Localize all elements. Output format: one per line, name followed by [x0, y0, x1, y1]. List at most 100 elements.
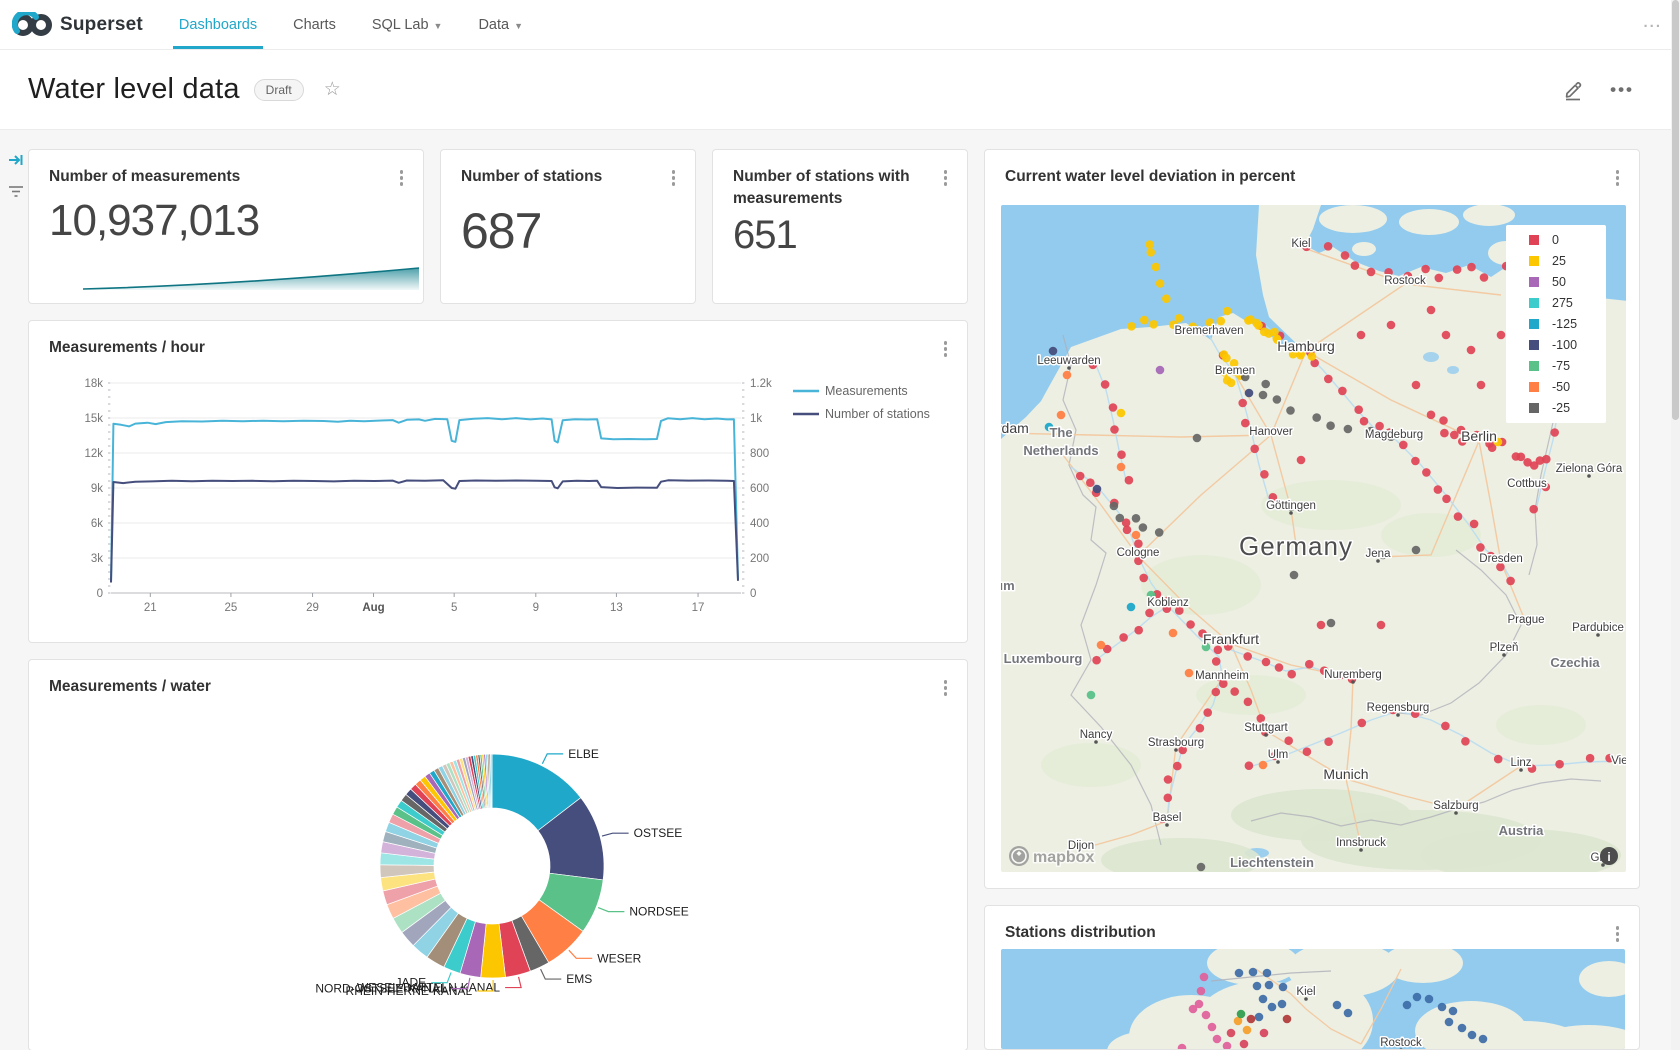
nav-overflow-menu[interactable]: ... — [1643, 14, 1662, 31]
station-dot — [1197, 987, 1206, 996]
station-dot — [1196, 724, 1205, 733]
card-title: Measurements / water — [49, 676, 211, 698]
station-dot — [1286, 406, 1295, 415]
page-scrollbar[interactable] — [1671, 0, 1680, 1050]
edit-pencil-icon[interactable] — [1562, 79, 1584, 101]
card-title: Current water level deviation in percent — [1005, 166, 1295, 188]
station-dot — [1260, 1029, 1269, 1038]
station-dot — [1175, 314, 1184, 323]
city-label: Plzeň — [1490, 642, 1519, 654]
stations-map[interactable]: Kiel Rostock — [1001, 949, 1625, 1049]
map-info-icon[interactable]: i — [1600, 847, 1618, 865]
station-dot — [1250, 445, 1259, 454]
card-kebab-menu[interactable] — [394, 166, 410, 190]
city-label: Hanover — [1249, 426, 1293, 438]
y-axis-right-tick: 0 — [750, 588, 756, 600]
station-dot — [1351, 261, 1360, 270]
y-axis-right-tick: 800 — [750, 448, 769, 460]
chart-card-stations-distribution: Stations distribution KielRostock — [984, 905, 1640, 1050]
station-dot — [1140, 316, 1149, 325]
card-kebab-menu[interactable] — [1610, 922, 1626, 946]
country-label: Belgium — [1001, 578, 1015, 593]
station-dot — [1425, 995, 1434, 1004]
kpi-card-stations: Number of stations 687 — [440, 149, 696, 304]
card-kebab-menu[interactable] — [938, 337, 954, 361]
nav-item-sql-lab[interactable]: SQL Lab▼ — [354, 0, 461, 49]
country-label: Germany — [1239, 531, 1353, 561]
station-dot — [1275, 663, 1284, 672]
series-number-of-stations — [111, 480, 738, 582]
city-label: Magdeburg — [1365, 429, 1423, 441]
y-axis-left-tick: 6k — [91, 518, 103, 530]
city-label: Jena — [1366, 548, 1392, 560]
station-dot — [1101, 380, 1110, 389]
mapbox-logo: mapbox — [1009, 846, 1094, 866]
city-label: Dresden — [1479, 553, 1522, 565]
x-axis-tick: 5 — [451, 602, 457, 614]
station-dot — [1155, 528, 1164, 537]
station-dot — [1119, 633, 1128, 642]
station-dot — [1278, 1000, 1287, 1009]
station-dot — [1468, 1031, 1477, 1040]
country-label: Netherlands — [1023, 443, 1098, 458]
station-dot — [1284, 736, 1293, 745]
station-dot — [1208, 1023, 1217, 1032]
station-dot — [1240, 1040, 1249, 1049]
city-label: Stuttgart — [1244, 722, 1288, 734]
station-dot — [1283, 1015, 1292, 1024]
city-label: Kiel — [1296, 986, 1315, 998]
station-dot — [1249, 968, 1258, 977]
station-dot — [1422, 468, 1431, 477]
station-dot — [1435, 274, 1444, 283]
station-dot — [1324, 375, 1333, 384]
station-dot — [1449, 1007, 1458, 1016]
station-dot — [1145, 609, 1154, 618]
station-dot — [1123, 526, 1132, 535]
station-dot — [1173, 762, 1182, 771]
city-label: Rostock — [1380, 1037, 1422, 1049]
station-dot — [1326, 421, 1335, 430]
country-label: Luxembourg — [1004, 651, 1083, 666]
filter-icon[interactable] — [8, 184, 24, 198]
nav-item-charts[interactable]: Charts — [275, 0, 354, 49]
station-dot — [1156, 279, 1165, 288]
kpi-card-measurements: Number of measurements 10,937,013 — [28, 149, 424, 304]
favorite-star-icon[interactable]: ☆ — [324, 78, 341, 101]
header-more-menu[interactable]: ••• — [1610, 80, 1634, 100]
brand-name: Superset — [60, 14, 143, 36]
city-label: Cottbus — [1507, 478, 1547, 490]
station-dot — [1268, 1003, 1277, 1012]
legend-swatch — [1529, 256, 1539, 266]
station-dot — [1439, 416, 1448, 425]
legend-value: -75 — [1552, 359, 1570, 373]
station-dot — [1467, 263, 1476, 272]
y-axis-left-tick: 0 — [97, 588, 103, 600]
legend-swatch — [1529, 319, 1539, 329]
station-dot — [1358, 719, 1367, 728]
station-dot — [1110, 502, 1119, 511]
map-canvas: Kiel Rostock — [1001, 949, 1625, 1049]
nav-item-data[interactable]: Data▼ — [460, 0, 541, 49]
donut-label: NORDSEE — [629, 904, 688, 918]
expand-filter-bar-icon[interactable] — [8, 152, 24, 168]
station-dot — [1438, 1003, 1447, 1012]
card-kebab-menu[interactable] — [1610, 166, 1626, 190]
superset-brand[interactable]: Superset — [0, 12, 161, 38]
deviation-map[interactable]: TheNetherlandsBelgiumLuxembourgGermanyCz… — [1001, 205, 1626, 872]
legend-value: 50 — [1552, 275, 1566, 289]
card-kebab-menu[interactable] — [666, 166, 682, 190]
station-dot — [1253, 982, 1262, 991]
station-dot — [1312, 413, 1321, 422]
city-label: Koblenz — [1147, 597, 1189, 609]
card-kebab-menu[interactable] — [938, 676, 954, 700]
card-kebab-menu[interactable] — [938, 166, 954, 190]
station-dot — [1494, 755, 1503, 764]
station-dot — [1333, 1001, 1342, 1010]
station-dot — [1132, 514, 1141, 523]
legend-swatch — [1529, 361, 1539, 371]
scrollbar-thumb[interactable] — [1672, 0, 1679, 420]
card-title: Number of stations with measurements — [733, 166, 920, 211]
nav-item-dashboards[interactable]: Dashboards — [161, 0, 275, 49]
station-dot — [1203, 708, 1212, 717]
kpi-value: 651 — [713, 211, 967, 258]
